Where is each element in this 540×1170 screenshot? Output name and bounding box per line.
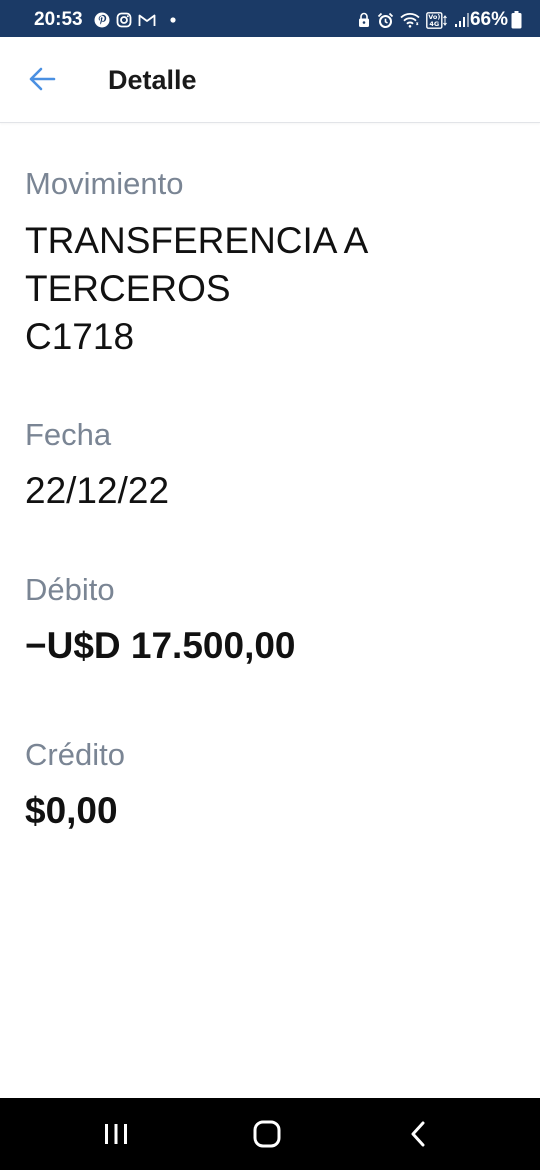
gmail-icon [138,14,156,26]
battery-icon [511,11,522,29]
system-nav-bar [0,1098,540,1170]
credito-value: $0,00 [25,790,118,831]
home-button[interactable] [222,1098,312,1170]
recents-button[interactable] [71,1098,161,1170]
home-icon [253,1120,281,1148]
recents-icon [105,1124,127,1144]
nav-back-button[interactable] [373,1098,463,1170]
movimiento-field: Movimiento TRANSFERENCIA A TERCEROS C171… [25,166,515,361]
debito-field: Débito −U$D 17.500,00 [25,572,515,670]
system-icons: Vo) 4G [357,10,470,30]
signal-icon [455,13,469,27]
pinterest-icon [94,12,110,28]
alarm-icon [377,12,394,28]
debito-label: Débito [25,572,115,607]
credito-label: Crédito [25,737,125,772]
instagram-icon [116,12,132,28]
status-bar: 20:53 Vo) 4G 66% [0,0,540,37]
credito-field: Crédito $0,00 [25,737,515,835]
svg-text:4G: 4G [429,20,439,28]
app-header: Detalle [0,37,540,123]
volte-icon: Vo) 4G [426,11,447,29]
battery-percent: 66% [469,9,508,30]
page-title: Detalle [108,65,197,95]
fecha-field: Fecha 22/12/22 [25,417,515,515]
wifi-icon [400,13,420,28]
back-icon [411,1121,425,1147]
status-time: 20:53 [34,9,83,30]
movimiento-label: Movimiento [25,166,184,201]
arrow-left-icon [29,67,56,91]
notification-icons [94,10,178,30]
lock-icon [359,12,369,27]
fecha-value: 22/12/22 [25,470,170,511]
back-button[interactable] [20,59,64,99]
debito-value: −U$D 17.500,00 [25,625,296,666]
fecha-label: Fecha [25,417,112,452]
dot-icon [170,17,176,23]
movimiento-value: TRANSFERENCIA A TERCEROS C1718 [25,220,369,357]
